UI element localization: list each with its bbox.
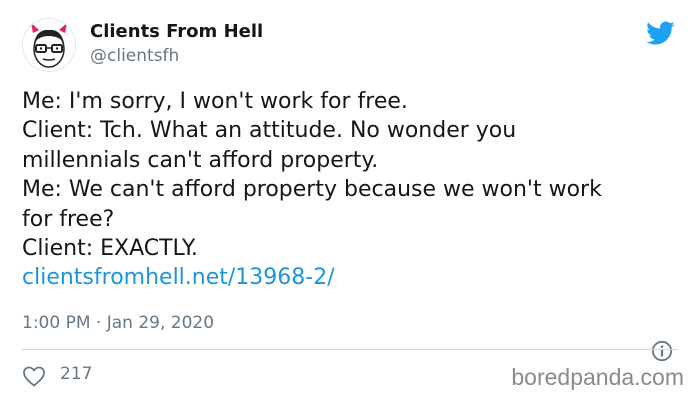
user-handle[interactable]: @clientsfh (90, 46, 179, 66)
heart-icon[interactable] (22, 365, 46, 387)
tweet-line: Me: I'm sorry, I won't work for free. (22, 89, 408, 114)
display-name[interactable]: Clients From Hell (90, 21, 263, 42)
twitter-bird-icon[interactable] (643, 18, 677, 48)
info-icon[interactable] (651, 340, 673, 362)
tweet-line: Client: Tch. What an attitude. No wonder… (22, 118, 517, 144)
tweet-text: Me: I'm sorry, I won't work for free. Cl… (22, 87, 682, 293)
tweet-timestamp[interactable]: 1:00 PM · Jan 29, 2020 (22, 313, 214, 333)
divider (22, 349, 678, 350)
cartoon-face-icon (31, 23, 67, 68)
like-count: 217 (60, 364, 93, 384)
watermark: boredpanda.com (511, 364, 684, 390)
tweet-line: millennials can't afford property. (22, 147, 379, 173)
tweet-line: for free? (22, 206, 115, 232)
tweet-link[interactable]: clientsfromhell.net/13968-2/ (22, 263, 682, 292)
tweet-line: Me: We can't afford property because we … (22, 177, 602, 203)
tweet-line: Client: EXACTLY. (22, 236, 198, 262)
avatar[interactable] (22, 18, 76, 72)
